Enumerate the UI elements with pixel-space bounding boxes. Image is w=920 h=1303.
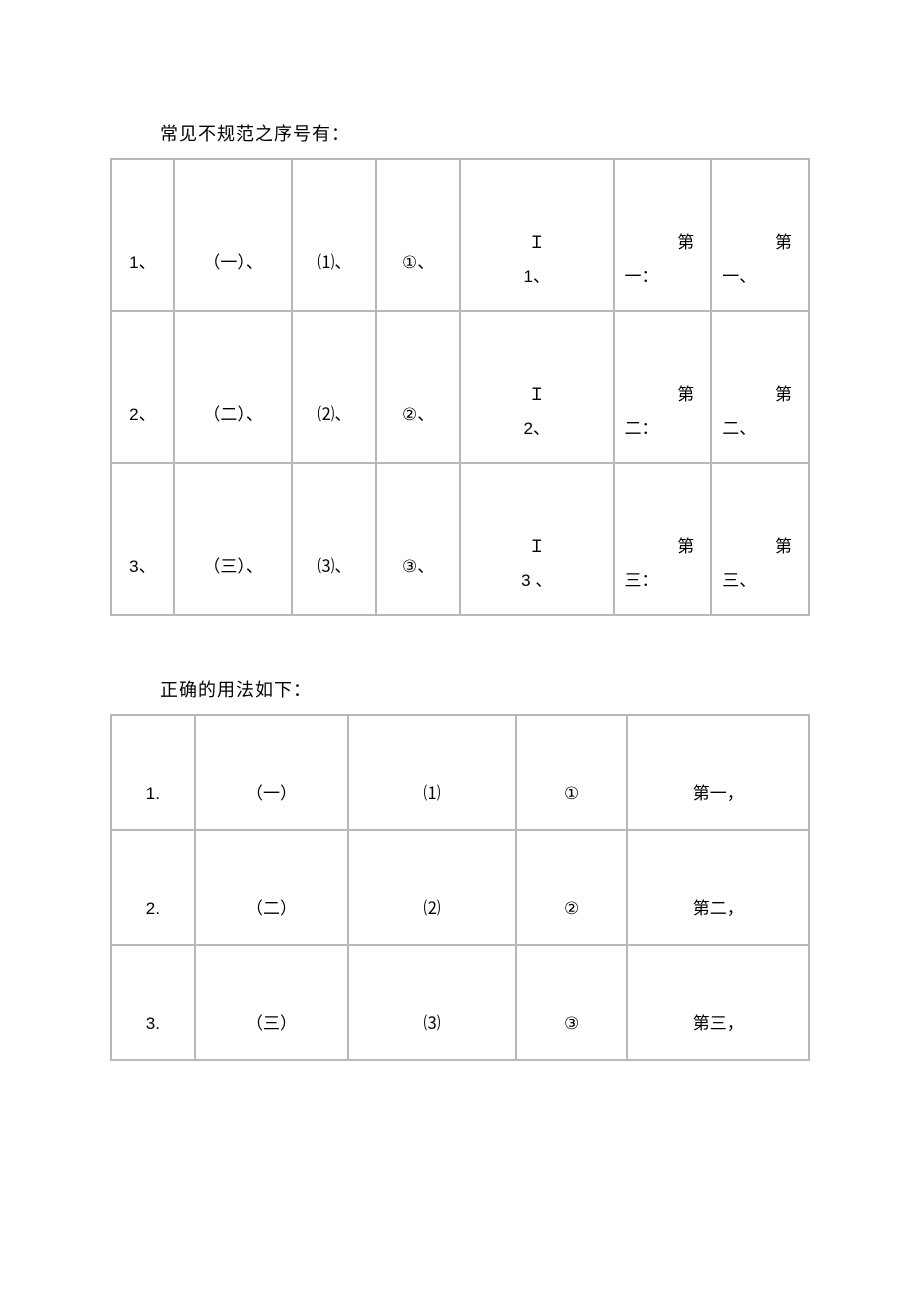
cell: 1、 xyxy=(112,252,173,310)
cell: ⑴、 xyxy=(293,252,375,310)
cell: 2、 xyxy=(112,404,173,462)
cell: ⑶、 xyxy=(293,556,375,614)
cell: （一） xyxy=(196,783,348,829)
table-row: 2. （二） ⑵ ② 第二， xyxy=(111,830,809,945)
cell: （一）、 xyxy=(175,252,292,310)
cell: 第三、 xyxy=(712,536,808,614)
cell: 2. xyxy=(112,898,194,944)
table-row: 1、 （一）、 ⑴、 ①、 Ｉ1、 第一： 第一、 xyxy=(111,159,809,311)
cell: 3. xyxy=(112,1013,194,1059)
cell: （二）、 xyxy=(175,404,292,462)
cell: 1. xyxy=(112,783,194,829)
table-row: 1. （一） ⑴ ① 第一， xyxy=(111,715,809,830)
cell: ③、 xyxy=(377,556,459,614)
cell: 第一、 xyxy=(712,232,808,310)
cell: （三） xyxy=(196,1013,348,1059)
cell: ⑴ xyxy=(349,783,515,829)
cell: ⑵、 xyxy=(293,404,375,462)
cell: 3、 xyxy=(112,556,173,614)
cell: （三）、 xyxy=(175,556,292,614)
cell: ①、 xyxy=(377,252,459,310)
cell: Ｉ2、 xyxy=(461,384,613,462)
cell: 第三， xyxy=(628,1013,808,1059)
heading-incorrect: 常见不规范之序号有： xyxy=(160,120,810,146)
cell: ⑵ xyxy=(349,898,515,944)
cell: Ｉ1、 xyxy=(461,232,613,310)
cell: 第一： xyxy=(615,232,711,310)
cell: ⑶ xyxy=(349,1013,515,1059)
cell: ① xyxy=(517,783,627,829)
table-correct: 1. （一） ⑴ ① 第一， 2. （二） ⑵ ② 第二， 3. （三） ⑶ ③… xyxy=(110,714,810,1061)
cell: 第一， xyxy=(628,783,808,829)
cell: 第二， xyxy=(628,898,808,944)
cell: Ｉ3 、 xyxy=(461,536,613,614)
cell: ③ xyxy=(517,1013,627,1059)
cell: 第二、 xyxy=(712,384,808,462)
table-row: 3、 （三）、 ⑶、 ③、 Ｉ3 、 第三： 第三、 xyxy=(111,463,809,615)
cell: ② xyxy=(517,898,627,944)
table-incorrect: 1、 （一）、 ⑴、 ①、 Ｉ1、 第一： 第一、 2、 （二）、 ⑵、 ②、 … xyxy=(110,158,810,616)
cell: （二） xyxy=(196,898,348,944)
cell: 第三： xyxy=(615,536,711,614)
heading-correct: 正确的用法如下： xyxy=(160,676,810,702)
cell: ②、 xyxy=(377,404,459,462)
table-row: 2、 （二）、 ⑵、 ②、 Ｉ2、 第二： 第二、 xyxy=(111,311,809,463)
table-row: 3. （三） ⑶ ③ 第三， xyxy=(111,945,809,1060)
cell: 第二： xyxy=(615,384,711,462)
